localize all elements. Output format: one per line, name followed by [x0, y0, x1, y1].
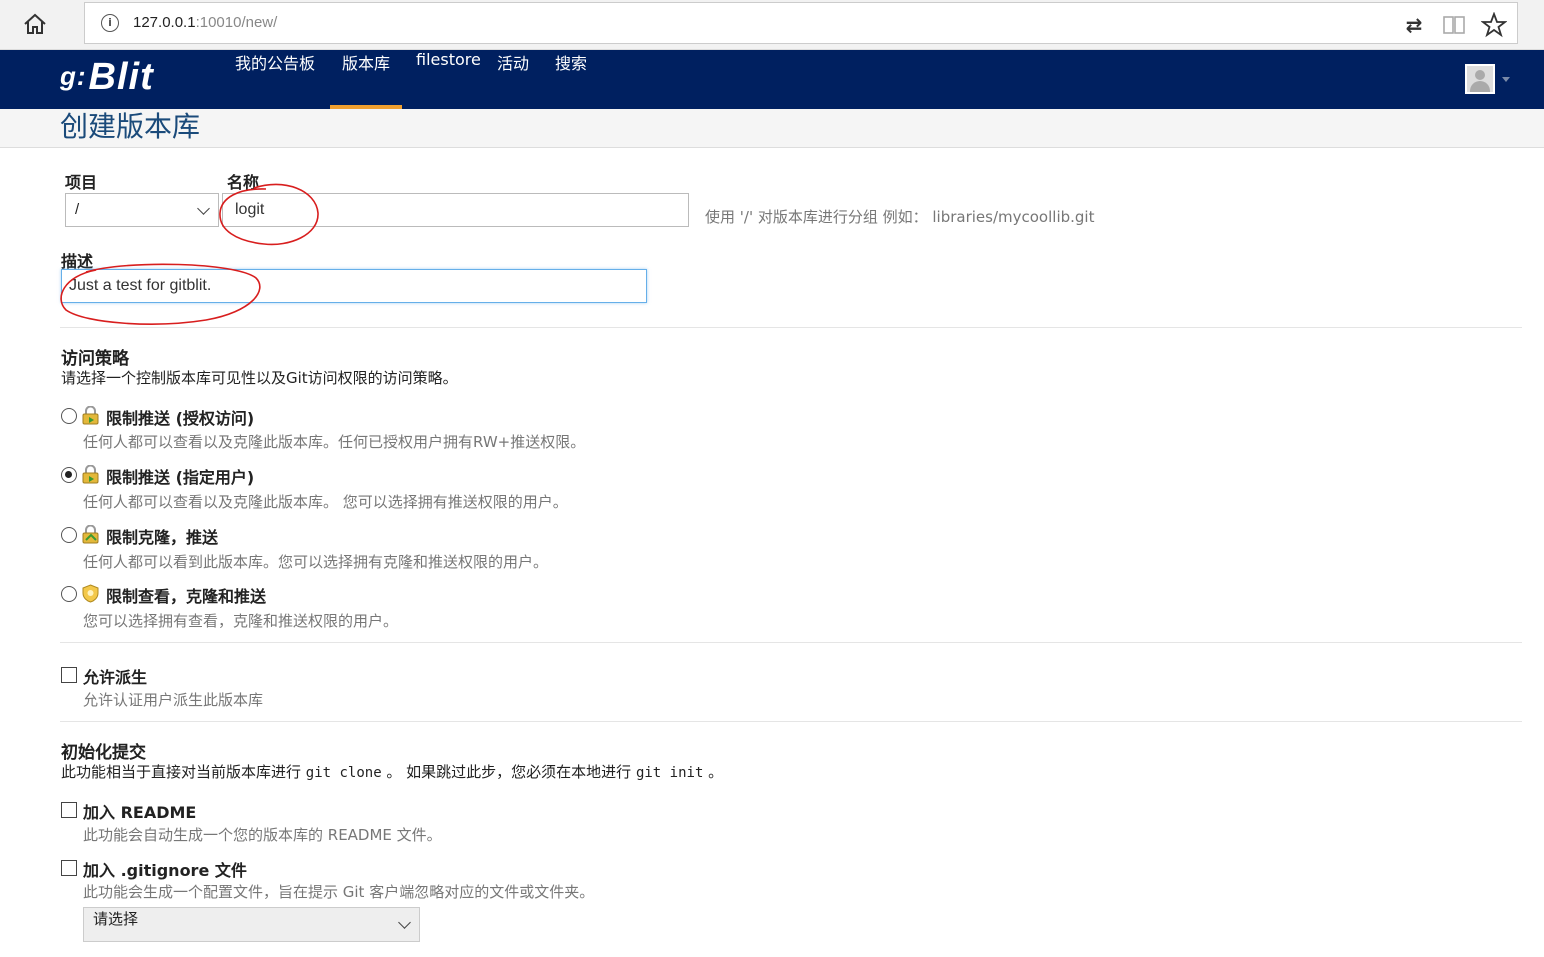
gitblit-logo[interactable]: g:Blit	[60, 56, 154, 100]
lock-icon	[82, 465, 99, 484]
url-text[interactable]: 127.0.0.1:10010/new/	[133, 14, 277, 31]
access-radio-view-clone-push[interactable]	[61, 586, 77, 602]
chevron-down-icon	[197, 202, 210, 215]
git-init-code: git init	[635, 765, 704, 781]
user-menu-caret-icon[interactable]	[1502, 77, 1510, 82]
access-policy-title: 访问策略	[61, 349, 129, 369]
project-label: 项目	[65, 173, 98, 192]
user-avatar[interactable]	[1465, 64, 1495, 94]
name-label: 名称	[227, 173, 260, 192]
browser-toolbar: i 127.0.0.1:10010/new/ ⇄	[0, 0, 1544, 50]
allow-fork-checkbox[interactable]	[61, 667, 77, 683]
access-option-label[interactable]: 限制推送 (授权访问)	[106, 405, 254, 429]
url-path: :10010/new/	[195, 14, 278, 31]
init-desc-prefix: 此功能相当于直接对当前版本库进行	[61, 763, 306, 781]
lock-icon	[82, 525, 99, 544]
access-option-description: 任何人都可以看到此版本库。您可以选择拥有克隆和推送权限的用户。	[83, 553, 549, 571]
nav-item-filestore[interactable]: filestore	[404, 50, 493, 109]
favorite-star-icon[interactable]	[1481, 12, 1507, 38]
avatar-head	[1475, 70, 1485, 80]
reading-view-icon[interactable]	[1441, 12, 1467, 38]
repository-name-input[interactable]: logit	[222, 193, 689, 227]
shield-icon	[82, 584, 99, 603]
init-desc-suffix: 。	[703, 763, 724, 781]
logo-text: Blit	[88, 56, 154, 98]
add-readme-label[interactable]: 加入 README	[83, 799, 196, 823]
add-gitignore-label[interactable]: 加入 .gitignore 文件	[83, 857, 247, 881]
chevron-down-icon	[398, 916, 411, 929]
app-navbar: g:Blit 我的公告板 版本库 filestore 活动 搜索	[0, 50, 1544, 109]
project-select-value: /	[75, 201, 80, 218]
access-option-description: 任何人都可以查看以及克隆此版本库。 您可以选择拥有推送权限的用户。	[83, 493, 568, 511]
add-gitignore-checkbox[interactable]	[61, 860, 77, 876]
name-help-text: 使用 '/' 对版本库进行分组 例如： libraries/mycoollib.…	[705, 208, 1095, 226]
description-input[interactable]: Just a test for gitblit.	[61, 269, 647, 303]
nav-item-activity[interactable]: 活动	[485, 50, 541, 109]
address-bar[interactable]: i 127.0.0.1:10010/new/ ⇄	[84, 2, 1518, 44]
access-option-label[interactable]: 限制查看，克隆和推送	[106, 583, 266, 607]
init-desc-middle: 。 如果跳过此步，您必须在本地进行	[381, 763, 636, 781]
gitignore-select-value: 请选择	[93, 910, 139, 928]
access-option-description: 您可以选择拥有查看，克隆和推送权限的用户。	[83, 612, 399, 630]
divider	[60, 642, 1522, 643]
git-clone-code: git clone	[305, 765, 382, 781]
divider	[60, 721, 1522, 722]
add-readme-description: 此功能会自动生成一个您的版本库的 README 文件。	[83, 826, 442, 844]
add-readme-checkbox[interactable]	[61, 802, 77, 818]
initial-commit-description: 此功能相当于直接对当前版本库进行 git clone 。 如果跳过此步，您必须在…	[61, 761, 723, 782]
initial-commit-title: 初始化提交	[61, 743, 146, 763]
access-radio-named-push[interactable]	[61, 467, 77, 483]
page-header: 创建版本库	[0, 109, 1544, 148]
logo-mark: g:	[60, 61, 87, 91]
access-option-label[interactable]: 限制克隆，推送	[106, 524, 218, 548]
nav-item-search[interactable]: 搜索	[543, 50, 599, 109]
gitignore-template-select[interactable]: 请选择	[83, 907, 420, 942]
access-radio-authenticated-push[interactable]	[61, 408, 77, 424]
divider	[60, 327, 1522, 328]
access-option-description: 任何人都可以查看以及克隆此版本库。任何已授权用户拥有RW+推送权限。	[83, 433, 586, 451]
translate-icon[interactable]: ⇄	[1401, 12, 1427, 38]
info-icon[interactable]: i	[101, 14, 119, 32]
access-option-label[interactable]: 限制推送 (指定用户)	[106, 464, 254, 488]
url-host: 127.0.0.1	[133, 14, 196, 31]
lock-icon	[82, 406, 99, 425]
avatar-body	[1470, 81, 1490, 92]
access-policy-description: 请选择一个控制版本库可见性以及Git访问权限的访问策略。	[61, 369, 458, 387]
project-select[interactable]: /	[65, 193, 219, 227]
home-icon[interactable]	[20, 9, 50, 39]
page-title: 创建版本库	[60, 110, 201, 143]
add-gitignore-description: 此功能会生成一个配置文件，旨在提示 Git 客户端忽略对应的文件或文件夹。	[83, 883, 595, 901]
nav-item-dashboard[interactable]: 我的公告板	[223, 50, 327, 109]
allow-fork-label[interactable]: 允许派生	[83, 664, 147, 688]
nav-item-repositories[interactable]: 版本库	[330, 50, 403, 109]
access-radio-clone-push[interactable]	[61, 527, 77, 543]
allow-fork-description: 允许认证用户派生此版本库	[83, 691, 264, 709]
